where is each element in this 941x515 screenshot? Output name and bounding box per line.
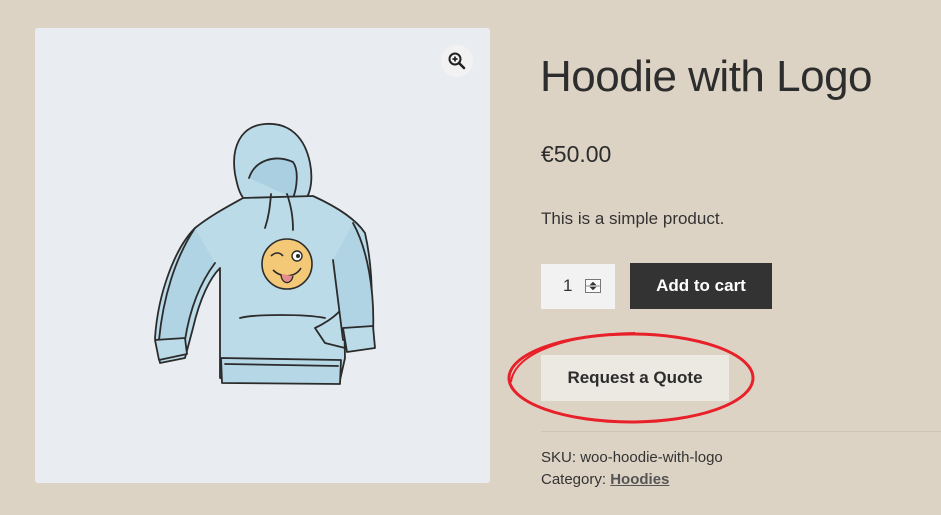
product-category: Category: Hoodies <box>541 471 669 488</box>
product-sku: SKU: woo-hoodie-with-logo <box>541 449 723 466</box>
zoom-button[interactable] <box>441 45 473 77</box>
quantity-stepper[interactable]: 1 <box>541 264 615 309</box>
sku-value: woo-hoodie-with-logo <box>580 449 723 466</box>
product-price: €50.00 <box>541 141 612 167</box>
product-image <box>154 123 376 385</box>
divider <box>541 431 941 432</box>
zoom-in-icon <box>448 52 466 70</box>
highlight-ellipse <box>507 332 755 424</box>
category-label: Category: <box>541 471 607 488</box>
category-link[interactable]: Hoodies <box>610 471 669 488</box>
quantity-value[interactable]: 1 <box>563 276 572 296</box>
product-title: Hoodie with Logo <box>540 52 873 101</box>
sku-label: SKU: <box>541 449 577 466</box>
add-to-cart-button[interactable]: Add to cart <box>630 263 772 309</box>
product-description: This is a simple product. <box>541 209 725 228</box>
spinner-arrows-icon[interactable] <box>585 279 601 293</box>
